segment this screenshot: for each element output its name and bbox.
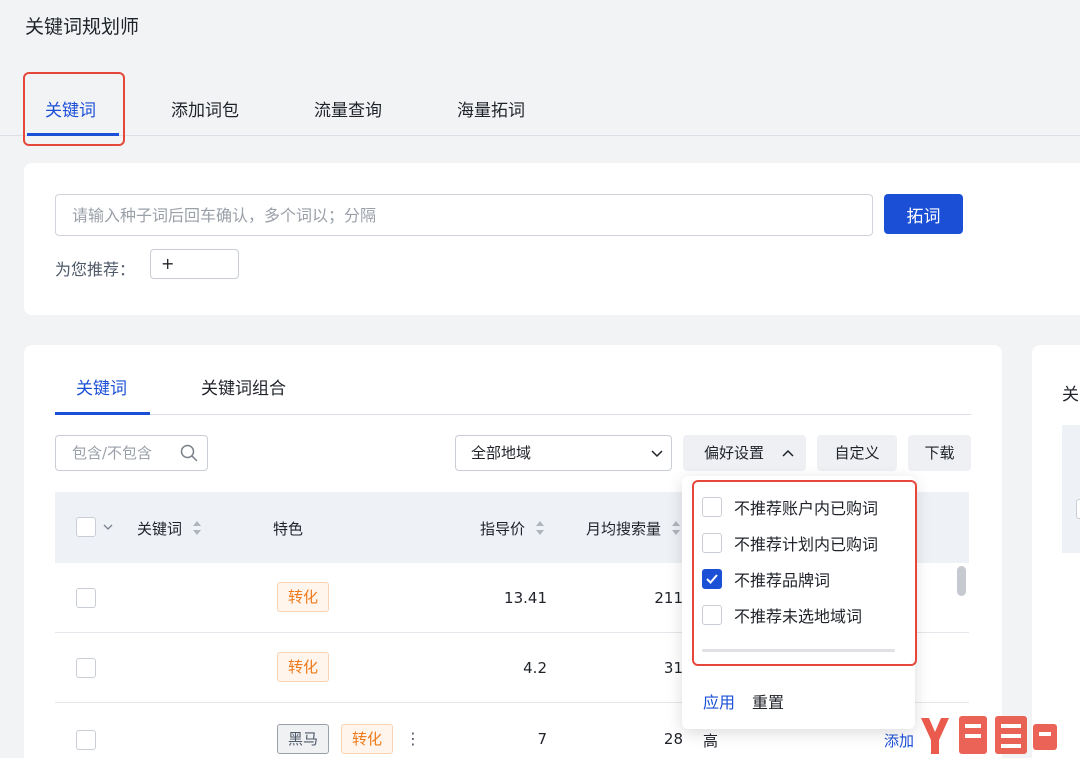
subtab-keyword-combinations[interactable]: 关键词组合 (201, 374, 286, 399)
monthly-search-value: 28 (663, 730, 683, 748)
guide-price-value: 7 (537, 730, 547, 748)
column-header-feature: 特色 (273, 520, 304, 538)
preference-settings-label: 偏好设置 (704, 444, 765, 462)
tab-keywords[interactable]: 关键词 (45, 96, 96, 121)
seed-search-card: 拓词 为您推荐： + (24, 163, 1080, 315)
active-tab-indicator (27, 133, 119, 136)
row-checkbox[interactable] (76, 588, 96, 608)
active-subtab-indicator (55, 412, 150, 415)
column-header-monthly-search[interactable]: 月均搜索量 (586, 518, 661, 539)
chevron-down-icon[interactable] (103, 523, 113, 531)
option-label: 不推荐账户内已购词 (734, 499, 879, 518)
dropdown-scroll-track[interactable] (702, 649, 895, 652)
more-tags-icon[interactable]: ⋮ (405, 729, 421, 748)
download-button[interactable]: 下载 (908, 435, 971, 471)
page-title: 关键词规划师 (25, 16, 140, 38)
selected-keywords-panel: 关 (1032, 345, 1080, 758)
column-header-guide-price[interactable]: 指导价 (480, 518, 525, 539)
search-icon[interactable] (180, 444, 198, 462)
row-checkbox[interactable] (76, 730, 96, 750)
recommend-add-button[interactable]: + (150, 249, 239, 279)
feature-tag-conversion: 转化 (341, 724, 394, 754)
tab-mass-expansion[interactable]: 海量拓词 (457, 96, 525, 121)
sort-icon[interactable] (535, 520, 545, 536)
option-checkbox[interactable] (702, 605, 722, 625)
option-exclude-brand-words[interactable]: 不推荐品牌词 (702, 567, 830, 591)
select-all-checkbox[interactable] (76, 517, 96, 537)
option-checkbox[interactable] (702, 497, 722, 517)
option-exclude-account-purchased[interactable]: 不推荐账户内已购词 (702, 495, 878, 519)
monthly-search-value: 211 (654, 589, 683, 607)
side-panel-header (1062, 425, 1080, 553)
guide-price-value: 13.41 (504, 589, 547, 607)
sort-icon[interactable] (671, 520, 681, 536)
monthly-search-value: 31 (663, 659, 683, 677)
tab-add-word-pack[interactable]: 添加词包 (171, 96, 239, 121)
apply-button[interactable]: 应用 (703, 689, 735, 713)
option-checkbox-checked[interactable] (702, 569, 722, 589)
recommend-label: 为您推荐： (55, 260, 136, 279)
option-label: 不推荐未选地域词 (734, 607, 863, 626)
reset-button[interactable]: 重置 (752, 689, 784, 713)
option-exclude-unselected-region[interactable]: 不推荐未选地域词 (702, 603, 862, 627)
option-label: 不推荐品牌词 (734, 571, 831, 590)
region-select-value: 全部地域 (471, 444, 532, 462)
side-panel-checkbox[interactable] (1076, 499, 1080, 519)
main-tab-bar: 关键词 添加词包 流量查询 海量拓词 (0, 78, 1080, 136)
table-scrollbar[interactable] (957, 566, 966, 596)
seed-keyword-input[interactable] (55, 194, 873, 236)
option-exclude-plan-purchased[interactable]: 不推荐计划内已购词 (702, 531, 878, 555)
tab-traffic-query[interactable]: 流量查询 (314, 96, 382, 121)
guide-price-value: 4.2 (523, 659, 547, 677)
row-checkbox[interactable] (76, 658, 96, 678)
customize-button[interactable]: 自定义 (817, 435, 897, 471)
preference-settings-dropdown: 不推荐账户内已购词 不推荐计划内已购词 不推荐品牌词 不推荐未选地域词 应用 重… (682, 476, 915, 729)
add-keyword-link[interactable]: 添加 (884, 730, 914, 751)
feature-tag-conversion: 转化 (277, 652, 330, 682)
region-select[interactable]: 全部地域 (455, 435, 672, 471)
sort-icon[interactable] (192, 520, 202, 536)
subtab-keywords[interactable]: 关键词 (76, 374, 127, 399)
chevron-up-icon (782, 449, 794, 457)
column-header-keyword[interactable]: 关键词 (137, 518, 182, 539)
watermark-logo (921, 716, 1057, 754)
side-panel-title: 关 (1062, 385, 1079, 405)
competition-value: 高 (703, 732, 719, 750)
expand-keywords-button[interactable]: 拓词 (884, 194, 963, 234)
preference-settings-button[interactable]: 偏好设置 (683, 435, 806, 471)
option-label: 不推荐计划内已购词 (734, 535, 879, 554)
check-icon (706, 574, 718, 584)
feature-tag-dark-horse: 黑马 (277, 724, 330, 754)
feature-tag-conversion: 转化 (277, 582, 330, 612)
results-tab-bar: 关键词 关键词组合 (55, 345, 971, 415)
chevron-down-icon (651, 450, 663, 458)
option-checkbox[interactable] (702, 533, 722, 553)
